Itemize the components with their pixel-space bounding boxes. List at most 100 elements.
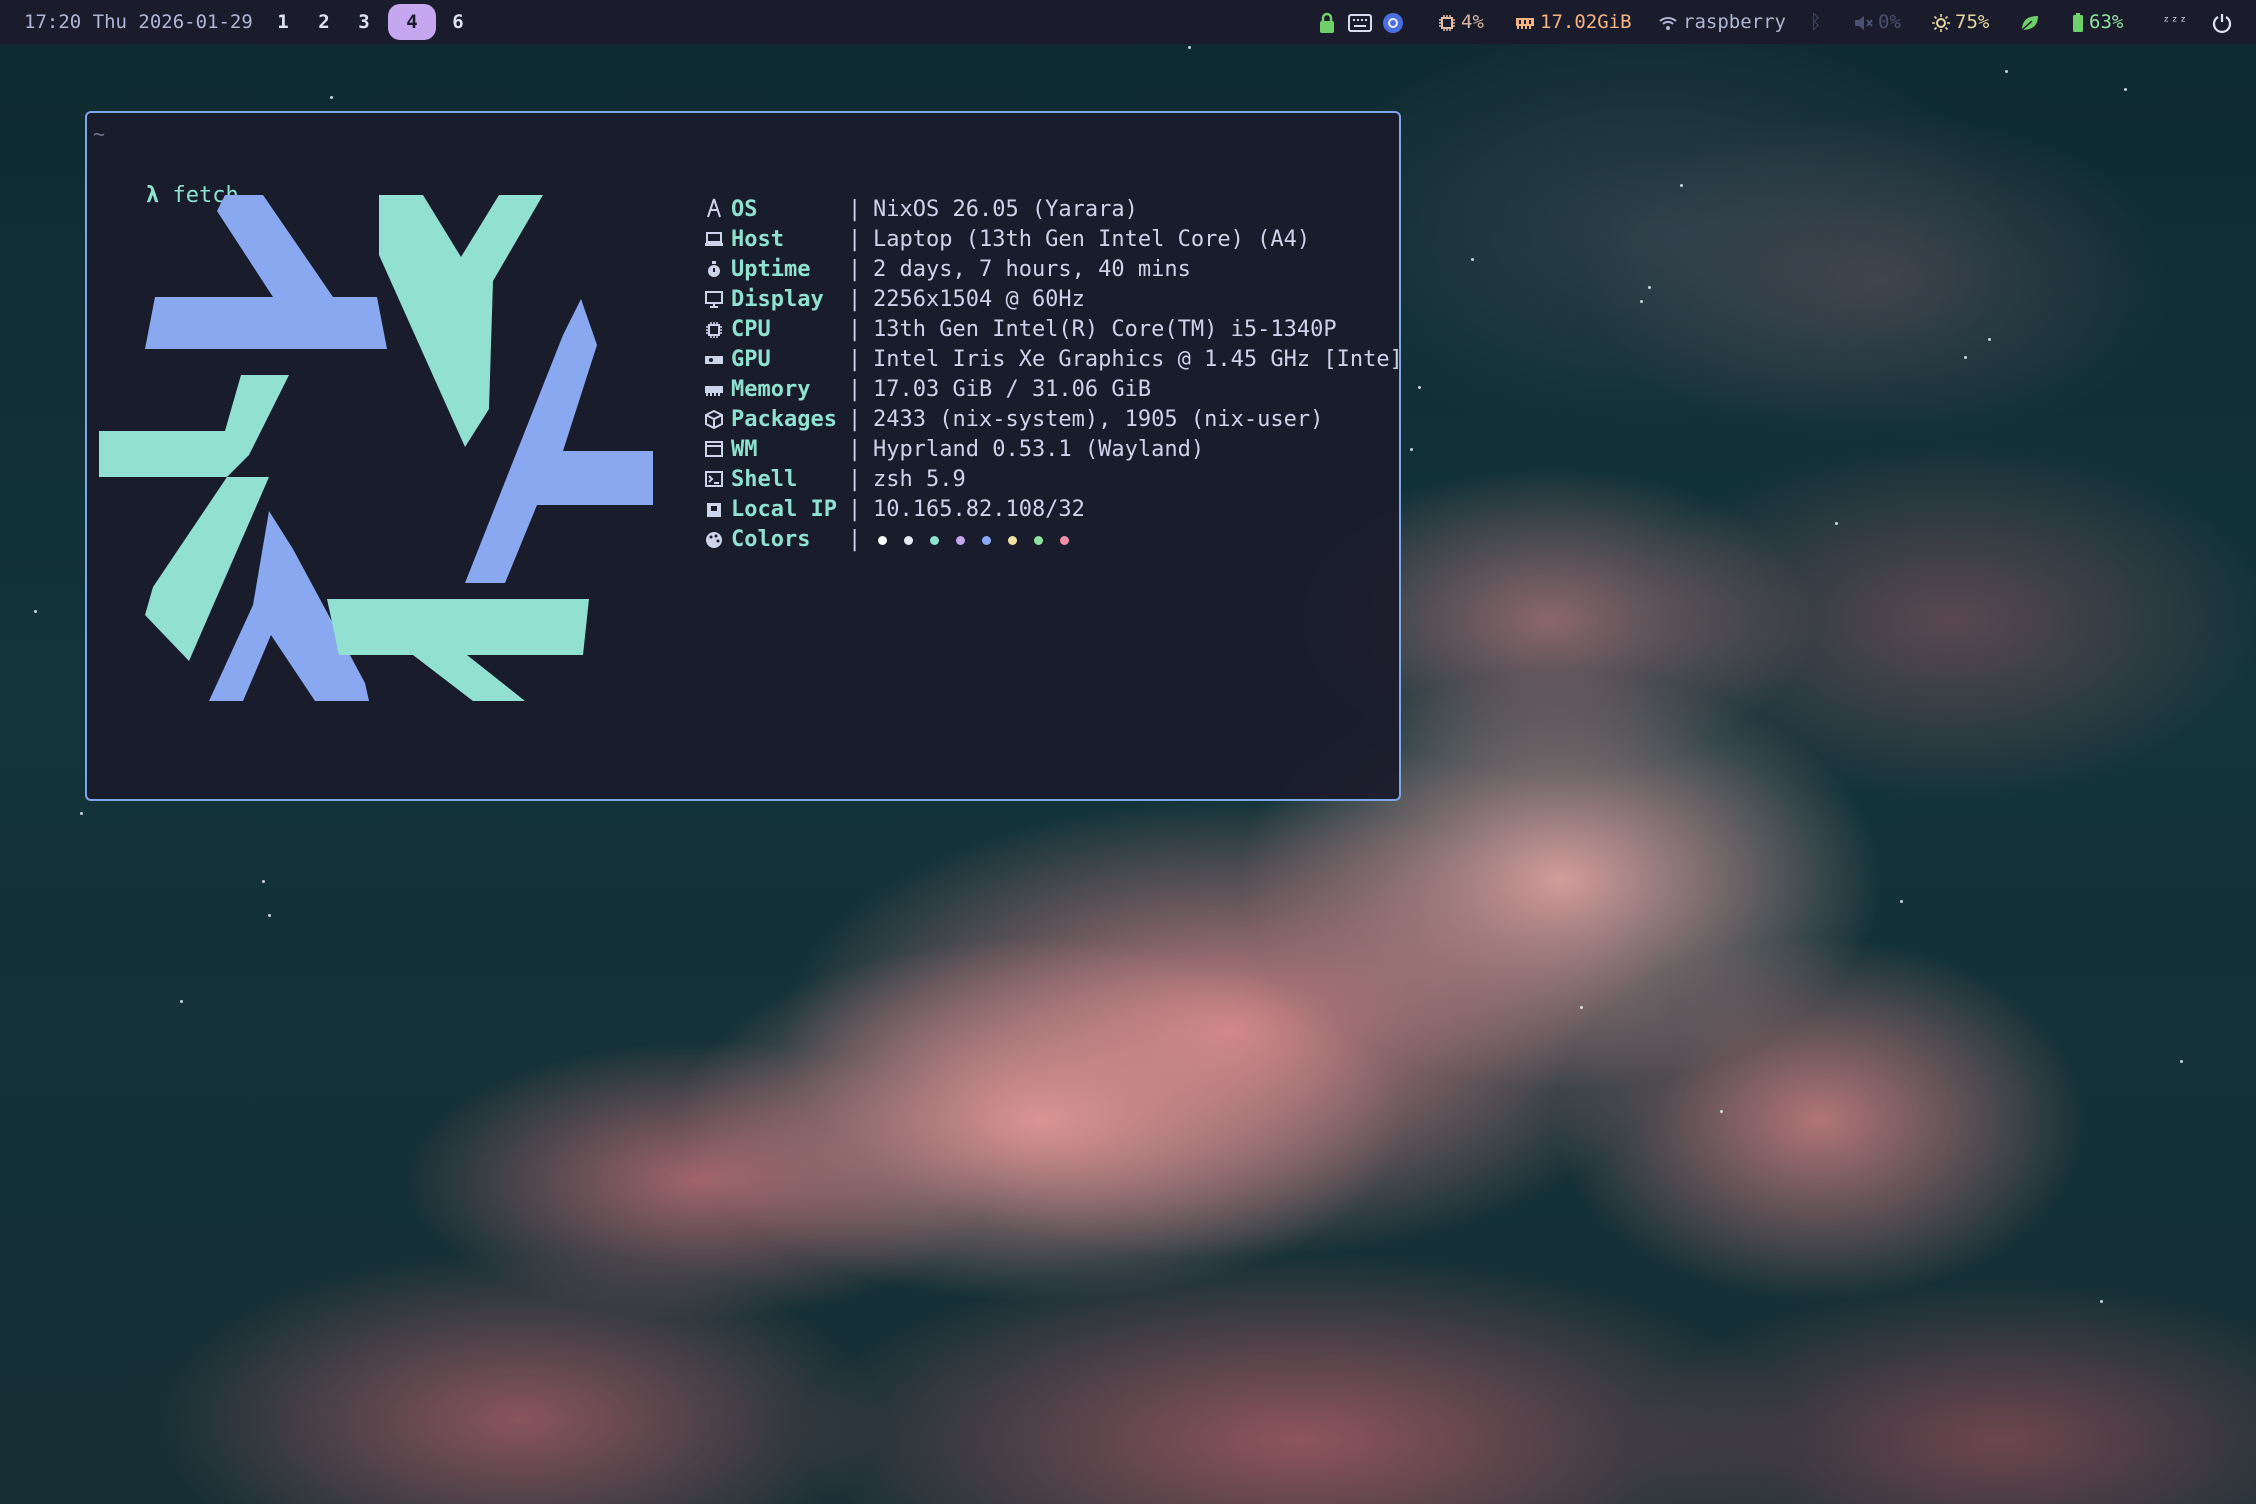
star [180, 1000, 183, 1003]
gpu-icon [705, 356, 723, 364]
battery-status[interactable]: 63% [2072, 0, 2123, 44]
terminal-window[interactable]: ~ λ fetch OS | NixOS 26.05 (Yarara) Host | La… [85, 111, 1403, 801]
power-icon[interactable] [2212, 0, 2237, 44]
workspace-4[interactable]: 4 [388, 4, 436, 40]
brightness-icon [1932, 13, 1950, 32]
star [268, 914, 271, 917]
info-separator: | [848, 497, 862, 522]
info-separator: | [848, 467, 862, 492]
info-value: 13th Gen Intel(R) Core(TM) i5-1340P [873, 317, 1337, 342]
wifi-icon [1659, 16, 1677, 30]
workspace-1[interactable]: 1 [265, 4, 301, 40]
nixos-logo [99, 195, 653, 701]
star [2005, 70, 2008, 73]
cpu-usage[interactable]: 4% [1438, 0, 1484, 44]
info-label: Colors [731, 527, 811, 552]
star [34, 610, 37, 613]
laptop-icon [705, 232, 723, 246]
info-label: GPU [731, 347, 771, 372]
info-value: 10.165.82.108/32 [873, 497, 1085, 522]
info-value: 2256x1504 @ 60Hz [873, 287, 1085, 312]
info-value: Hyprland 0.53.1 (Wayland) [873, 437, 1205, 462]
package-icon [705, 409, 723, 430]
star [1964, 356, 1967, 359]
star [1188, 46, 1191, 49]
palette-icon [706, 532, 722, 548]
brightness-status[interactable]: 75% [1932, 0, 1989, 44]
keyboard-icon[interactable] [1348, 0, 1377, 44]
star [2180, 1060, 2183, 1063]
cpu-icon [706, 322, 722, 338]
lock-icon[interactable] [1318, 0, 1341, 44]
palette-dot [904, 536, 913, 545]
palette-dot [1034, 536, 1043, 545]
battery-icon [2073, 12, 2083, 32]
info-label: WM [731, 437, 758, 462]
info-label: Packages [731, 407, 837, 432]
window-icon [705, 441, 723, 457]
info-separator: | [848, 227, 862, 252]
info-label: Uptime [731, 257, 811, 282]
palette-dot [878, 536, 887, 545]
star [330, 96, 333, 99]
workspace-6[interactable]: 6 [440, 4, 476, 40]
memory-icon [1516, 17, 1534, 29]
cwd: ~ [93, 122, 106, 146]
logo-segment [99, 375, 289, 477]
palette-dot [1008, 536, 1017, 545]
star [2100, 1300, 2103, 1303]
info-value: 2433 (nix-system), 1905 (nix-user) [873, 407, 1324, 432]
zzz-icon[interactable]: ᶻᶻᶻ [2162, 0, 2187, 44]
star [1648, 286, 1651, 289]
volume-status[interactable]: 0% [1853, 0, 1901, 44]
logo-segment [379, 195, 543, 447]
palette-dot [956, 536, 965, 545]
star [80, 812, 83, 815]
palette-dot [1060, 536, 1069, 545]
leaf-icon[interactable] [2020, 0, 2045, 44]
info-value: 2 days, 7 hours, 40 mins [873, 257, 1191, 282]
top-bar: 17:20 Thu 2026-01-29 1 2 3 4 6 4% 17.02G… [0, 0, 2256, 44]
info-separator: | [848, 287, 862, 312]
chromium-icon[interactable] [1382, 0, 1409, 44]
info-separator: | [848, 257, 862, 282]
wifi-status[interactable]: raspberry [1658, 0, 1786, 44]
info-separator: | [848, 527, 862, 552]
info-label: CPU [731, 317, 771, 342]
workspace-2[interactable]: 2 [306, 4, 342, 40]
memory-icon [705, 386, 723, 396]
info-separator: | [848, 437, 862, 462]
clock[interactable]: 17:20 Thu 2026-01-29 [24, 0, 253, 44]
palette-dot [930, 536, 939, 545]
memory-usage[interactable]: 17.02GiB [1515, 0, 1632, 44]
palette-dot [982, 536, 991, 545]
info-value: 17.03 GiB / 31.06 GiB [873, 377, 1152, 402]
info-value: Laptop (13th Gen Intel Core) (A4) [873, 227, 1311, 252]
star [1988, 338, 1991, 341]
star [1410, 448, 1413, 451]
stopwatch-icon [708, 261, 720, 277]
logo-segment [145, 195, 387, 349]
star [1640, 300, 1643, 303]
nixos-icon [707, 198, 721, 218]
star [1418, 386, 1421, 389]
bluetooth-icon[interactable]: ᛒ [1810, 0, 1821, 44]
star [1471, 258, 1474, 261]
network-icon [707, 503, 721, 517]
info-separator: | [848, 347, 862, 372]
star [1720, 1110, 1723, 1113]
star [1580, 1006, 1583, 1009]
info-label: Display [731, 287, 824, 312]
logo-segment [327, 599, 589, 701]
terminal-icon [705, 471, 723, 487]
info-separator: | [848, 407, 862, 432]
star [1900, 900, 1903, 903]
info-separator: | [848, 377, 862, 402]
star [2124, 88, 2127, 91]
info-value: Intel Iris Xe Graphics @ 1.45 GHz [Inte] [873, 347, 1403, 372]
info-separator: | [848, 317, 862, 342]
cpu-icon [1439, 14, 1455, 31]
star [1835, 522, 1838, 525]
workspace-3[interactable]: 3 [346, 4, 382, 40]
info-separator: | [848, 197, 862, 222]
